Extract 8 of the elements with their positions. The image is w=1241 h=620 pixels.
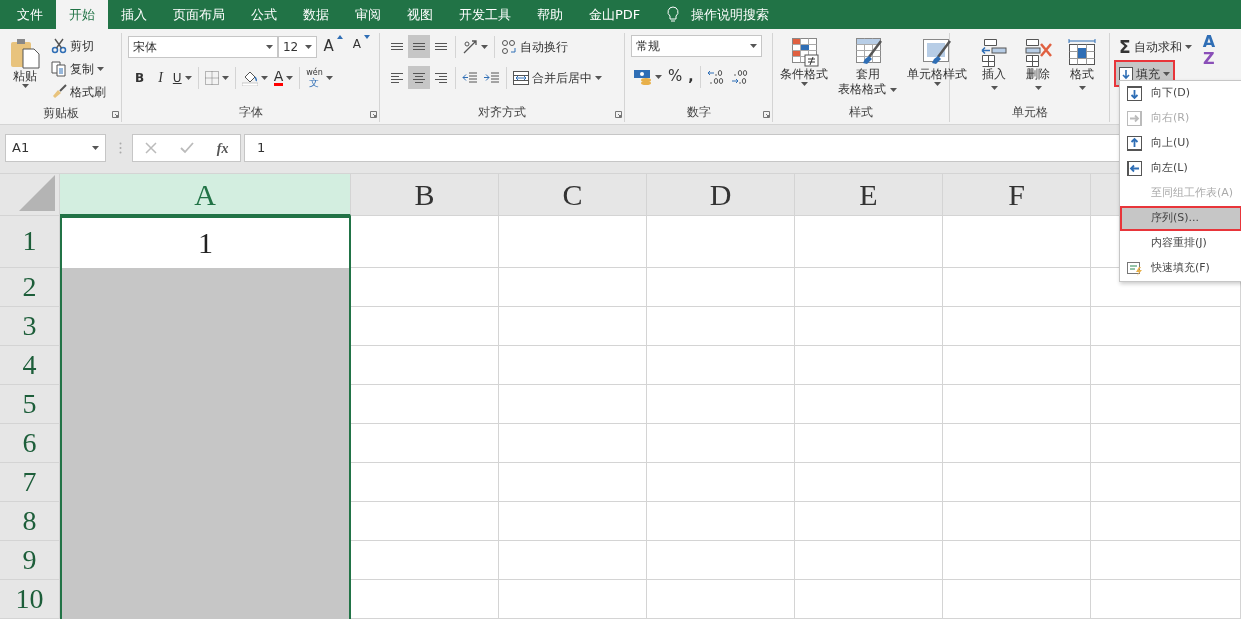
group-label: 样式 — [848, 104, 874, 121]
group-label: 字体 — [237, 104, 264, 121]
group-label: 单元格 — [1010, 104, 1049, 121]
group-label: 对齐方式 — [477, 104, 527, 121]
group-label: 数字 — [685, 104, 712, 121]
menu-item: 至同组工作表(A) — [1150, 185, 1235, 202]
menu-item: 向右(R) — [1120, 106, 1241, 131]
group-label: 剪贴板 — [41, 105, 80, 122]
